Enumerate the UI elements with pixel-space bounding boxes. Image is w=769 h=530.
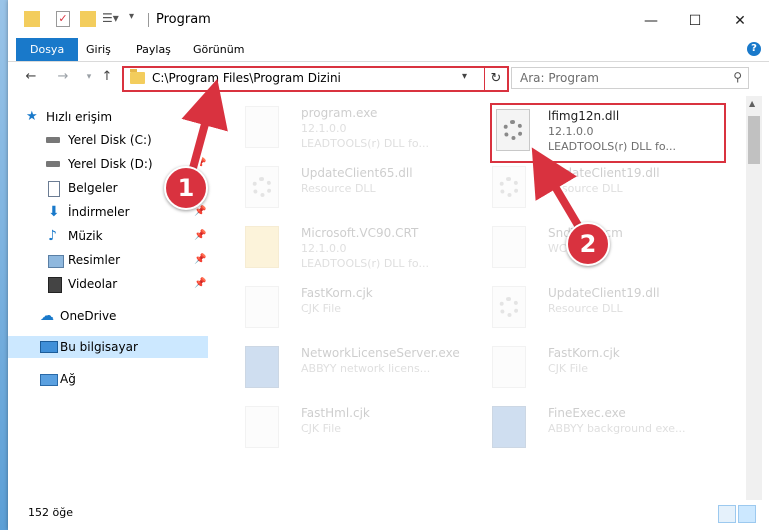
exe-icon xyxy=(492,406,534,454)
quick-access-dropdown-icon[interactable]: ▾ xyxy=(129,11,145,27)
file-tile[interactable]: FastKorn.cjk CJK File xyxy=(245,286,475,342)
refresh-button[interactable]: ↻ xyxy=(484,66,509,92)
window-title: Program xyxy=(156,12,211,27)
ribbon-tabs: Dosya Giriş Paylaş Görünüm ? xyxy=(8,38,769,62)
dll-gear-icon xyxy=(245,166,287,214)
file-icon xyxy=(245,406,287,454)
address-dropdown-icon[interactable]: ▾ xyxy=(462,71,467,82)
recent-locations-icon[interactable]: ▾ xyxy=(80,67,98,87)
navigation-pane: ★ Hızlı erişim Yerel Disk (C:) Yerel Dis… xyxy=(8,96,216,500)
title-separator xyxy=(148,13,149,27)
file-tile[interactable]: UpdateClient19.dll Resource DLL xyxy=(492,166,722,222)
tab-view[interactable]: Görünüm xyxy=(185,38,252,61)
minimize-button[interactable]: — xyxy=(636,8,666,34)
file-tile[interactable]: FastKorn.cjk CJK File xyxy=(492,346,722,402)
pin-icon[interactable]: 📌 xyxy=(194,225,206,247)
network-icon xyxy=(40,374,58,386)
star-icon: ★ xyxy=(26,109,38,124)
dll-gear-icon xyxy=(496,109,538,157)
file-list: program.exe 12.1.0.0 LEADTOOLS(r) DLL fo… xyxy=(217,96,746,500)
drive-icon xyxy=(46,137,60,143)
explorer-window: ✓ ☰▾ ▾ Program — ☐ ✕ Dosya Giriş Paylaş … xyxy=(8,0,769,530)
scroll-up-icon[interactable]: ▲ xyxy=(749,99,755,108)
scrollbar-thumb[interactable] xyxy=(748,116,760,164)
close-button[interactable]: ✕ xyxy=(725,8,755,34)
dll-gear-icon xyxy=(492,286,534,334)
download-icon: ⬇ xyxy=(48,204,60,220)
file-tile[interactable]: FineExec.exe ABBYY background exe... xyxy=(492,406,722,462)
file-tile[interactable]: program.exe 12.1.0.0 LEADTOOLS(r) DLL fo… xyxy=(245,106,475,162)
pin-icon[interactable]: 📌 xyxy=(194,249,206,271)
file-tile[interactable]: UpdateClient19.dll Resource DLL xyxy=(492,286,722,342)
file-tile[interactable]: UpdateClient65.dll Resource DLL xyxy=(245,166,475,222)
file-tile[interactable]: FastHml.cjk CJK File xyxy=(245,406,475,462)
back-arrow-icon[interactable]: ← xyxy=(22,67,40,87)
status-bar: 152 öğe xyxy=(8,500,769,530)
file-tile[interactable]: Microsoft.VC90.CRT 12.1.0.0 LEADTOOLS(r)… xyxy=(245,226,475,282)
file-icon xyxy=(245,286,287,334)
dll-gear-icon xyxy=(492,166,534,214)
vertical-scrollbar[interactable]: ▲ xyxy=(746,96,762,500)
computer-icon xyxy=(40,341,58,353)
folder-icon xyxy=(245,226,287,274)
nav-videos[interactable]: Videolar 📌 xyxy=(8,273,216,295)
forward-arrow-icon[interactable]: → xyxy=(54,67,72,87)
nav-pictures[interactable]: Resimler 📌 xyxy=(8,249,216,271)
step-2-badge: 2 xyxy=(566,222,610,266)
properties-icon[interactable]: ✓ xyxy=(56,11,70,27)
cloud-icon: ☁ xyxy=(40,308,54,324)
title-bar: ✓ ☰▾ ▾ Program — ☐ ✕ xyxy=(8,0,769,38)
tab-share[interactable]: Paylaş xyxy=(128,38,179,61)
details-view-icon[interactable] xyxy=(718,505,736,523)
exe-icon xyxy=(245,346,287,394)
tab-file[interactable]: Dosya xyxy=(16,38,79,61)
file-tile[interactable]: NetworkLicenseServer.exe ABBYY network l… xyxy=(245,346,475,402)
address-bar[interactable]: C:\Program Files\Program Dizini ▾ xyxy=(122,66,488,92)
folder-icon xyxy=(24,11,40,27)
address-path[interactable]: C:\Program Files\Program Dizini xyxy=(152,71,341,85)
folder-icon xyxy=(130,69,145,84)
drive-icon xyxy=(46,161,60,167)
video-icon xyxy=(48,277,62,293)
file-tile-highlighted[interactable]: lfimg12n.dll 12.1.0.0 LEADTOOLS(r) DLL f… xyxy=(490,103,726,163)
file-icon xyxy=(492,346,534,394)
pictures-icon xyxy=(48,255,64,268)
customize-toolbar-icon[interactable]: ☰▾ xyxy=(102,11,119,27)
item-count: 152 öğe xyxy=(28,506,73,519)
up-arrow-icon[interactable]: ↑ xyxy=(98,67,116,87)
exe-icon xyxy=(245,106,287,154)
pin-icon[interactable]: 📌 xyxy=(194,273,206,295)
search-icon: ⚲ xyxy=(733,70,742,84)
search-input[interactable]: Ara: Program ⚲ xyxy=(511,67,749,89)
nav-this-pc[interactable]: Bu bilgisayar xyxy=(8,336,208,358)
maximize-button[interactable]: ☐ xyxy=(680,8,710,34)
nav-music[interactable]: ♪ Müzik 📌 xyxy=(8,225,216,247)
tab-home[interactable]: Giriş xyxy=(78,38,119,61)
search-placeholder: Ara: Program xyxy=(520,71,599,85)
help-icon[interactable]: ? xyxy=(747,42,761,56)
music-icon: ♪ xyxy=(48,228,57,244)
documents-icon xyxy=(48,181,60,197)
large-icons-view-icon[interactable] xyxy=(738,505,756,523)
step-1-badge: 1 xyxy=(164,166,208,210)
new-folder-icon[interactable] xyxy=(80,11,96,27)
file-icon xyxy=(492,226,534,274)
